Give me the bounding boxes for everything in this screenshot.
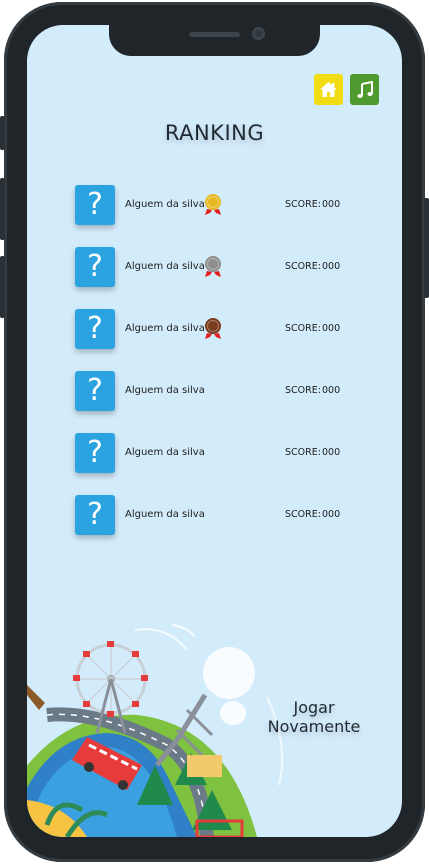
score-value: 000: [322, 261, 341, 272]
ranking-row: ? Alguem da silva SCORE: 000: [75, 495, 375, 535]
ranking-row: ? Alguem da silva SCORE: 000: [75, 247, 375, 287]
player-name: Alguem da silva: [125, 261, 205, 272]
app-screen: RANKING ? Alguem da silva SCORE: 000? Alguem…: [27, 25, 402, 837]
player-avatar: ?: [75, 371, 115, 411]
score-label: SCORE:: [285, 323, 321, 334]
score-label: SCORE:: [285, 509, 321, 520]
gold-medal-icon: [205, 194, 221, 215]
player-avatar: ?: [75, 247, 115, 287]
page-title: RANKING: [164, 121, 265, 145]
ranking-row: ? Alguem da silva SCORE: 000: [75, 309, 375, 349]
score-value: 000: [322, 199, 341, 210]
player-avatar: ?: [75, 495, 115, 535]
player-name: Alguem da silva: [125, 323, 205, 334]
score-value: 000: [322, 509, 341, 520]
player-avatar: ?: [75, 309, 115, 349]
score-label: SCORE:: [285, 385, 321, 396]
score-value: 000: [322, 323, 341, 334]
music-button[interactable]: [350, 74, 379, 105]
phone-side-button: [0, 116, 5, 150]
ranking-row: ? Alguem da silva SCORE: 000: [75, 371, 375, 411]
phone-camera: [252, 27, 265, 40]
play-again-button[interactable]: Jogar Novamente: [259, 698, 369, 736]
home-icon: [320, 82, 337, 97]
phone-volume-down-button: [0, 256, 5, 318]
player-name: Alguem da silva: [125, 509, 205, 520]
score-value: 000: [322, 447, 341, 458]
player-avatar: ?: [75, 185, 115, 225]
home-button[interactable]: [314, 74, 343, 105]
score-label: SCORE:: [285, 199, 321, 210]
player-avatar: ?: [75, 433, 115, 473]
score-label: SCORE:: [285, 447, 321, 458]
player-name: Alguem da silva: [125, 385, 205, 396]
phone-notch: [109, 25, 320, 56]
score-label: SCORE:: [285, 261, 321, 272]
music-note-icon: [356, 80, 373, 98]
silver-medal-icon: [205, 256, 221, 277]
play-again-line2: Novamente: [267, 717, 361, 736]
score-value: 000: [322, 385, 341, 396]
player-name: Alguem da silva: [125, 447, 205, 458]
ranking-row: ? Alguem da silva SCORE: 000: [75, 433, 375, 473]
bronze-medal-icon: [205, 318, 221, 339]
phone-power-button: [424, 198, 429, 298]
play-again-line1: Jogar: [293, 698, 335, 717]
phone-volume-up-button: [0, 178, 5, 240]
phone-speaker: [189, 32, 240, 37]
player-name: Alguem da silva: [125, 199, 205, 210]
ranking-row: ? Alguem da silva SCORE: 000: [75, 185, 375, 225]
